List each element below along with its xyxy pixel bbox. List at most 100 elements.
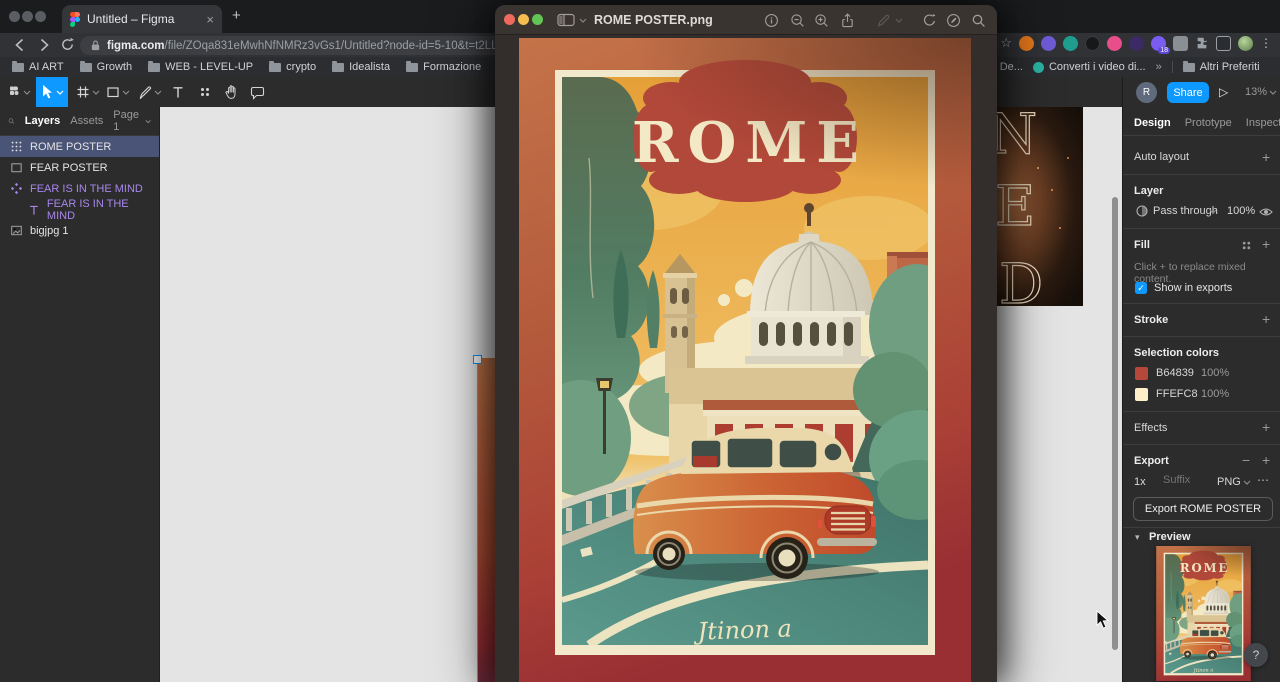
selection-handle[interactable]	[473, 355, 482, 364]
badged-extension-icon[interactable]: 18	[1151, 35, 1170, 54]
bookmarks-overflow-icon[interactable]: »	[1156, 61, 1162, 73]
swatch-opacity[interactable]: 100%	[1201, 388, 1229, 400]
fill-add-icon[interactable]: +	[1262, 237, 1270, 251]
ghost-extension-icon[interactable]	[1129, 35, 1144, 51]
resources-tool[interactable]	[194, 77, 216, 107]
export-scale-select[interactable]: 1x	[1134, 476, 1146, 488]
bookmark-altri-preferiti[interactable]: Altri Preferiti	[1182, 60, 1260, 73]
main-menu-button[interactable]	[4, 77, 34, 107]
pen-tool[interactable]	[136, 77, 164, 107]
key-extension-icon[interactable]	[1107, 35, 1122, 51]
tab-design[interactable]: Design	[1134, 117, 1171, 129]
layer-row-fear-component[interactable]: FEAR IS IN THE MIND	[0, 178, 159, 199]
back-icon[interactable]	[12, 37, 28, 53]
browser-tab[interactable]: Untitled – Figma ×	[62, 5, 222, 33]
export-options-icon[interactable]: ⋯	[1257, 473, 1269, 487]
bookmark-web-level-up[interactable]: WEB - LEVEL-UP	[148, 60, 253, 73]
search-icon[interactable]	[8, 115, 15, 127]
bookmark-star-icon[interactable]: ☆	[1000, 35, 1012, 51]
purple-extension-icon[interactable]	[1041, 35, 1056, 51]
zoom-in-icon[interactable]	[813, 13, 830, 28]
highlight-pen-icon[interactable]	[875, 13, 892, 28]
metamask-extension-icon[interactable]	[1019, 35, 1034, 51]
sidebar-toggle-icon[interactable]	[557, 13, 575, 27]
browser-minimize-button[interactable]	[22, 11, 33, 22]
share-button[interactable]: Share	[1167, 82, 1209, 103]
tab-assets[interactable]: Assets	[70, 115, 103, 127]
present-button[interactable]: ▷	[1219, 85, 1228, 99]
browser-close-button[interactable]	[9, 11, 20, 22]
swatch-opacity[interactable]: 100%	[1201, 367, 1229, 379]
eye-icon[interactable]	[1259, 207, 1273, 217]
chevron-down-icon[interactable]	[579, 18, 587, 23]
help-button[interactable]: ?	[1244, 643, 1268, 667]
text-layer-icon	[28, 204, 40, 216]
bookmark-formazione[interactable]: Formazione	[406, 60, 481, 73]
hand-tool[interactable]	[220, 77, 242, 107]
layer-row-bigjpg[interactable]: bigjpg 1	[0, 220, 159, 241]
zoom-level[interactable]: 13%	[1245, 86, 1267, 98]
show-in-exports-checkbox[interactable]: ✓	[1135, 282, 1147, 294]
tab-close-icon[interactable]: ×	[206, 12, 214, 27]
comment-tool[interactable]	[246, 77, 268, 107]
tab-layers[interactable]: Layers	[25, 115, 60, 127]
bookmark-ai-art[interactable]: AI ART	[12, 60, 64, 73]
window-close-button[interactable]	[504, 14, 515, 25]
info-icon[interactable]	[763, 13, 780, 28]
frame-tool[interactable]	[74, 77, 102, 107]
export-remove-icon[interactable]: −	[1242, 453, 1250, 467]
teal-extension-icon[interactable]	[1063, 35, 1078, 51]
layer-row-fear-text[interactable]: FEAR IS IN THE MIND	[0, 198, 159, 222]
fear-poster-fragment[interactable]: N E D	[997, 107, 1083, 306]
move-tool[interactable]	[36, 77, 68, 107]
reload-icon[interactable]	[60, 37, 75, 52]
layer-opacity-value[interactable]: 100%	[1227, 205, 1255, 217]
styles-icon[interactable]	[1240, 239, 1253, 252]
export-add-icon[interactable]: +	[1262, 453, 1270, 467]
layer-row-rome-poster[interactable]: ROME POSTER	[0, 136, 159, 157]
reader-extension-icon[interactable]	[1216, 35, 1231, 51]
tab-prototype[interactable]: Prototype	[1185, 117, 1232, 129]
stroke-add-icon[interactable]: +	[1262, 312, 1270, 326]
page-selector[interactable]: Page 1	[113, 109, 151, 133]
browser-menu-icon[interactable]: ⋮	[1260, 36, 1272, 50]
dark-extension-icon[interactable]	[1085, 35, 1100, 51]
canvas-scrollbar[interactable]	[1112, 197, 1118, 650]
rotate-icon[interactable]	[921, 13, 938, 28]
swatch-hex[interactable]: FFEFC8	[1156, 388, 1198, 400]
window-minimize-button[interactable]	[518, 14, 529, 25]
new-tab-button[interactable]: +	[232, 7, 241, 24]
bookmark-converti[interactable]: Converti i video di...	[1032, 61, 1146, 73]
preview-window-titlebar[interactable]: ROME POSTER.png	[495, 5, 997, 35]
export-suffix-input[interactable]	[1161, 473, 1217, 487]
search-icon[interactable]	[970, 13, 987, 28]
bookmark-crypto[interactable]: crypto	[269, 60, 316, 73]
color-swatch[interactable]	[1135, 388, 1148, 401]
markup-icon[interactable]	[945, 13, 962, 28]
pen-chevron-icon[interactable]	[895, 18, 903, 23]
user-avatar[interactable]: R	[1136, 82, 1157, 103]
rome-poster-canvas-edge[interactable]	[477, 358, 495, 682]
bookmark-growth[interactable]: Growth	[79, 60, 132, 73]
swatch-hex[interactable]: B64839	[1156, 367, 1194, 379]
text-tool[interactable]	[168, 77, 188, 107]
preview-disclosure-icon[interactable]: ▾	[1135, 532, 1140, 543]
zoom-out-icon[interactable]	[789, 13, 806, 28]
auto-layout-add-icon[interactable]: +	[1262, 150, 1270, 164]
color-swatch[interactable]	[1135, 367, 1148, 380]
browser-zoom-button[interactable]	[35, 11, 46, 22]
shape-tool[interactable]	[104, 77, 132, 107]
window-zoom-button[interactable]	[532, 14, 543, 25]
tab-inspect[interactable]: Inspect	[1246, 117, 1280, 129]
export-format-select[interactable]: PNG	[1217, 476, 1241, 488]
effects-add-icon[interactable]: +	[1262, 420, 1270, 434]
layer-row-fear-poster[interactable]: FEAR POSTER	[0, 157, 159, 178]
forward-icon[interactable]	[36, 37, 52, 53]
bookmark-de[interactable]: - De...	[993, 61, 1023, 73]
extensions-puzzle-icon[interactable]	[1195, 36, 1209, 50]
bookmark-idealista[interactable]: Idealista	[332, 60, 390, 73]
export-rome-poster-button[interactable]: Export ROME POSTER	[1133, 497, 1273, 521]
gray-extension-icon[interactable]	[1173, 35, 1188, 51]
share-icon[interactable]	[839, 13, 856, 28]
profile-avatar[interactable]	[1238, 35, 1253, 51]
